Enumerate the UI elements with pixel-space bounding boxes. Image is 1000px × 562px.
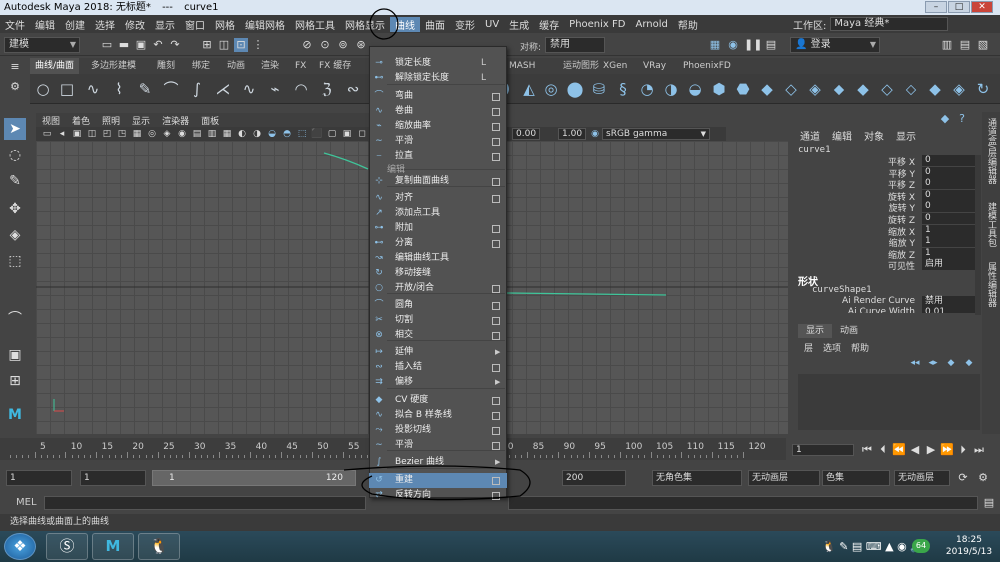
annotation-circle-rebuild bbox=[343, 465, 531, 501]
annotation-circle-menu bbox=[369, 8, 399, 40]
annotation-layer bbox=[343, 8, 531, 501]
